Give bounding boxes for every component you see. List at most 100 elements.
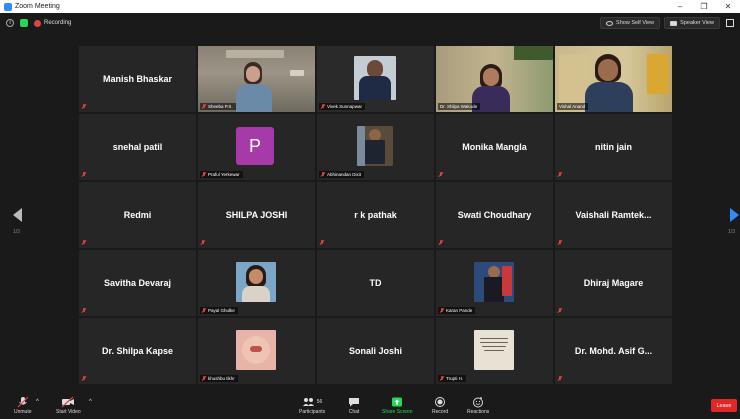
mic-muted-icon bbox=[439, 172, 443, 177]
participant-label: Sheeba P.S. bbox=[200, 103, 236, 110]
chat-label: Chat bbox=[348, 409, 360, 415]
participant-tile[interactable]: Sheeba P.S. bbox=[198, 46, 315, 112]
participant-tile[interactable]: Swati Choudhary bbox=[436, 182, 553, 248]
participant-name: Praful Yerkewar bbox=[208, 172, 240, 177]
audio-options-caret[interactable]: ^ bbox=[36, 399, 39, 405]
participant-name: Dr. Shilpa Kapse bbox=[101, 346, 174, 356]
participant-tile[interactable]: TD bbox=[317, 250, 434, 316]
close-button[interactable]: ✕ bbox=[716, 2, 740, 11]
participant-tile[interactable]: Payal Ghulke bbox=[198, 250, 315, 316]
participant-tile[interactable]: Dr. Mohd. Asif G... bbox=[555, 318, 672, 384]
speaker-view-button[interactable]: Speaker View bbox=[664, 17, 720, 29]
info-icon[interactable]: i bbox=[6, 19, 14, 27]
participant-name: snehal patil bbox=[112, 142, 163, 152]
participant-tile[interactable]: Dr. Shilpa Kapse bbox=[79, 318, 196, 384]
gallery-grid: Manish Bhaskar Sheeba P.S. Vivek Sunnapw… bbox=[79, 46, 674, 388]
share-screen-button[interactable]: Share Screen bbox=[382, 396, 413, 415]
participant-tile[interactable]: Trupti H. bbox=[436, 318, 553, 384]
participant-label: Dr. Shilpa Wakode bbox=[438, 103, 481, 110]
record-icon bbox=[434, 396, 446, 408]
mic-muted-icon bbox=[202, 308, 206, 313]
participant-tile[interactable]: khushbu tikhr bbox=[198, 318, 315, 384]
participant-tile[interactable]: SHILPA JOSHI bbox=[198, 182, 315, 248]
participant-name: Swati Choudhary bbox=[457, 210, 532, 220]
participant-label: Abhinandan Dixit bbox=[319, 171, 365, 178]
speaker-view-icon bbox=[670, 20, 678, 26]
participant-name: nitin jain bbox=[595, 142, 632, 152]
mic-muted-icon bbox=[82, 240, 86, 245]
mic-muted-icon bbox=[440, 308, 444, 313]
participant-tile[interactable]: Sonali Joshi bbox=[317, 318, 434, 384]
participant-tile[interactable]: Savitha Devaraj bbox=[79, 250, 196, 316]
page-indicator-left: 1/3 bbox=[13, 229, 20, 235]
reactions-button[interactable]: Reactions bbox=[467, 396, 489, 415]
participant-tile[interactable]: Dhiraj Magare bbox=[555, 250, 672, 316]
participant-tile[interactable]: Vaishali Ramtek... bbox=[555, 182, 672, 248]
participant-tile[interactable]: Abhinandan Dixit bbox=[317, 114, 434, 180]
participant-name: Dhiraj Magare bbox=[583, 278, 644, 288]
mic-muted-icon bbox=[82, 376, 86, 381]
chat-button[interactable]: Chat bbox=[348, 396, 360, 415]
participant-label: Payal Ghulke bbox=[200, 307, 238, 314]
participant-tile[interactable]: Monika Mangla bbox=[436, 114, 553, 180]
participant-tile[interactable]: P Praful Yerkewar bbox=[198, 114, 315, 180]
participant-name: Vivek Sunnapwar bbox=[327, 104, 362, 109]
participant-name: khushbu tikhr bbox=[208, 376, 235, 381]
participant-label: Praful Yerkewar bbox=[200, 171, 243, 178]
unmute-label: Unmute bbox=[14, 409, 32, 415]
minimize-button[interactable]: – bbox=[668, 2, 692, 11]
mic-muted-icon bbox=[558, 376, 562, 381]
recording-icon bbox=[34, 19, 41, 27]
reactions-label: Reactions bbox=[467, 409, 490, 415]
participant-tile-active-speaker[interactable]: Vishal Anand bbox=[555, 46, 672, 112]
participant-count: 56 bbox=[316, 399, 323, 405]
next-page-arrow-icon[interactable] bbox=[730, 208, 739, 222]
page-indicator-right: 1/3 bbox=[728, 229, 735, 235]
mic-muted-icon bbox=[202, 172, 206, 177]
leave-button[interactable]: Leave bbox=[711, 399, 737, 412]
participant-name: TD bbox=[369, 278, 382, 288]
previous-page-arrow-icon[interactable] bbox=[13, 208, 22, 222]
security-shield-icon[interactable] bbox=[20, 19, 28, 27]
participant-tile[interactable]: r k pathak bbox=[317, 182, 434, 248]
participant-name: SHILPA JOSHI bbox=[225, 210, 288, 220]
share-screen-label: Share Screen bbox=[382, 409, 413, 415]
participant-label: khushbu tikhr bbox=[200, 375, 238, 382]
mic-muted-icon bbox=[439, 240, 443, 245]
participant-tile[interactable]: Karan Pande bbox=[436, 250, 553, 316]
participant-name: Dr. Shilpa Wakode bbox=[440, 104, 478, 109]
start-video-button[interactable]: Start Video bbox=[56, 396, 81, 415]
eye-icon bbox=[606, 20, 614, 26]
reactions-smiley-icon bbox=[472, 396, 484, 408]
participant-tile[interactable]: Manish Bhaskar bbox=[79, 46, 196, 112]
camera-off-icon bbox=[61, 396, 75, 408]
participants-label: Participants bbox=[299, 409, 326, 415]
maximize-button[interactable]: ❐ bbox=[692, 2, 716, 11]
video-options-caret[interactable]: ^ bbox=[89, 399, 92, 405]
meeting-topbar: i Recording Show Self View Speaker View bbox=[0, 13, 740, 33]
participant-label: Vivek Sunnapwar bbox=[319, 103, 365, 110]
participant-avatar: P bbox=[236, 127, 274, 165]
unmute-button[interactable]: Unmute bbox=[14, 396, 32, 415]
participant-name: Sheeba P.S. bbox=[208, 104, 233, 109]
participants-button[interactable]: 56 Participants bbox=[299, 396, 325, 415]
participant-name: Savitha Devaraj bbox=[103, 278, 172, 288]
mic-muted-icon bbox=[321, 172, 325, 177]
zoom-app-icon bbox=[4, 2, 12, 11]
participant-label: Karan Pande bbox=[438, 307, 476, 314]
participant-tile[interactable]: nitin jain bbox=[555, 114, 672, 180]
participant-tile[interactable]: Vivek Sunnapwar bbox=[317, 46, 434, 112]
record-button[interactable]: Record bbox=[432, 396, 448, 415]
participant-name: Redmi bbox=[123, 210, 152, 220]
participant-name: Manish Bhaskar bbox=[102, 74, 173, 84]
participant-name: Payal Ghulke bbox=[208, 308, 235, 313]
participant-tile[interactable]: Dr. Shilpa Wakode bbox=[436, 46, 553, 112]
mic-muted-icon bbox=[202, 376, 206, 381]
show-self-view-button[interactable]: Show Self View bbox=[600, 17, 661, 29]
participant-tile[interactable]: Redmi bbox=[79, 182, 196, 248]
participant-name: r k pathak bbox=[354, 210, 397, 220]
fullscreen-icon[interactable] bbox=[726, 19, 734, 27]
meeting-toolbar bbox=[0, 394, 740, 419]
mic-muted-icon bbox=[440, 376, 444, 381]
participant-tile[interactable]: snehal patil bbox=[79, 114, 196, 180]
